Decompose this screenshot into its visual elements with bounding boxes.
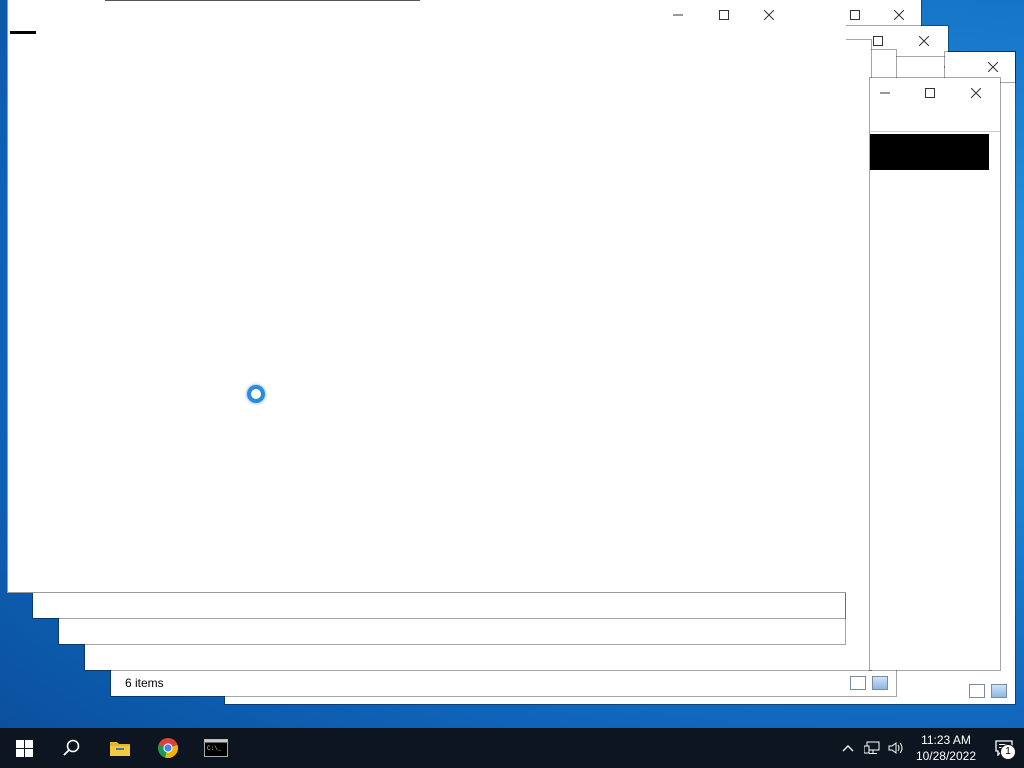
view-toggle (850, 676, 888, 690)
large-icons-view-icon[interactable] (991, 684, 1007, 698)
chevron-up-icon (842, 745, 854, 752)
windows-logo-icon (15, 739, 33, 757)
cmd-icon: C:\_ (204, 739, 228, 757)
minimize-button[interactable] (656, 0, 700, 30)
large-icons-view-icon[interactable] (872, 676, 888, 690)
command-prompt-button[interactable]: C:\_ (192, 728, 240, 768)
title-divider (870, 131, 1000, 132)
network-icon (863, 741, 880, 754)
system-tray: 11:23 AM 10/28/2022 1 (836, 728, 1024, 768)
notification-count-badge: 1 (1000, 744, 1016, 760)
details-view-icon[interactable] (969, 684, 985, 698)
front-window[interactable] (7, 0, 846, 593)
minimize-button[interactable] (863, 78, 907, 108)
details-view-icon[interactable] (850, 676, 866, 690)
close-button[interactable] (747, 0, 791, 30)
taskbar: C:\_ 11:23 AM 10/28/2022 1 (0, 728, 1024, 768)
folder-icon (110, 742, 130, 756)
status-item-count: 6 items (125, 676, 164, 690)
view-toggle (969, 684, 1007, 698)
clock[interactable]: 11:23 AM 10/28/2022 (916, 732, 976, 764)
clock-date: 10/28/2022 (915, 749, 976, 763)
black-panel (870, 134, 989, 170)
search-icon (63, 739, 80, 756)
network-button[interactable] (860, 728, 884, 768)
maximize-button[interactable] (908, 78, 952, 108)
tab-strip-line (105, 0, 420, 1)
close-button[interactable] (954, 78, 998, 108)
chrome-icon (158, 738, 178, 758)
busy-cursor-icon (247, 385, 265, 403)
maximize-button[interactable] (702, 0, 746, 30)
svg-text:C:\_: C:\_ (207, 745, 222, 752)
volume-button[interactable] (884, 728, 908, 768)
search-button[interactable] (48, 728, 96, 768)
clock-time: 11:23 AM (921, 733, 971, 747)
show-hidden-icons-button[interactable] (836, 728, 860, 768)
title-accent-line (10, 31, 36, 34)
action-center-button[interactable]: 1 (984, 728, 1024, 768)
start-button[interactable] (0, 728, 48, 768)
small-window[interactable] (870, 78, 1000, 670)
chrome-button[interactable] (144, 728, 192, 768)
speaker-icon (888, 742, 903, 754)
file-explorer-button[interactable] (96, 728, 144, 768)
close-button[interactable] (902, 26, 946, 56)
status-bar: 6 items (111, 670, 896, 696)
